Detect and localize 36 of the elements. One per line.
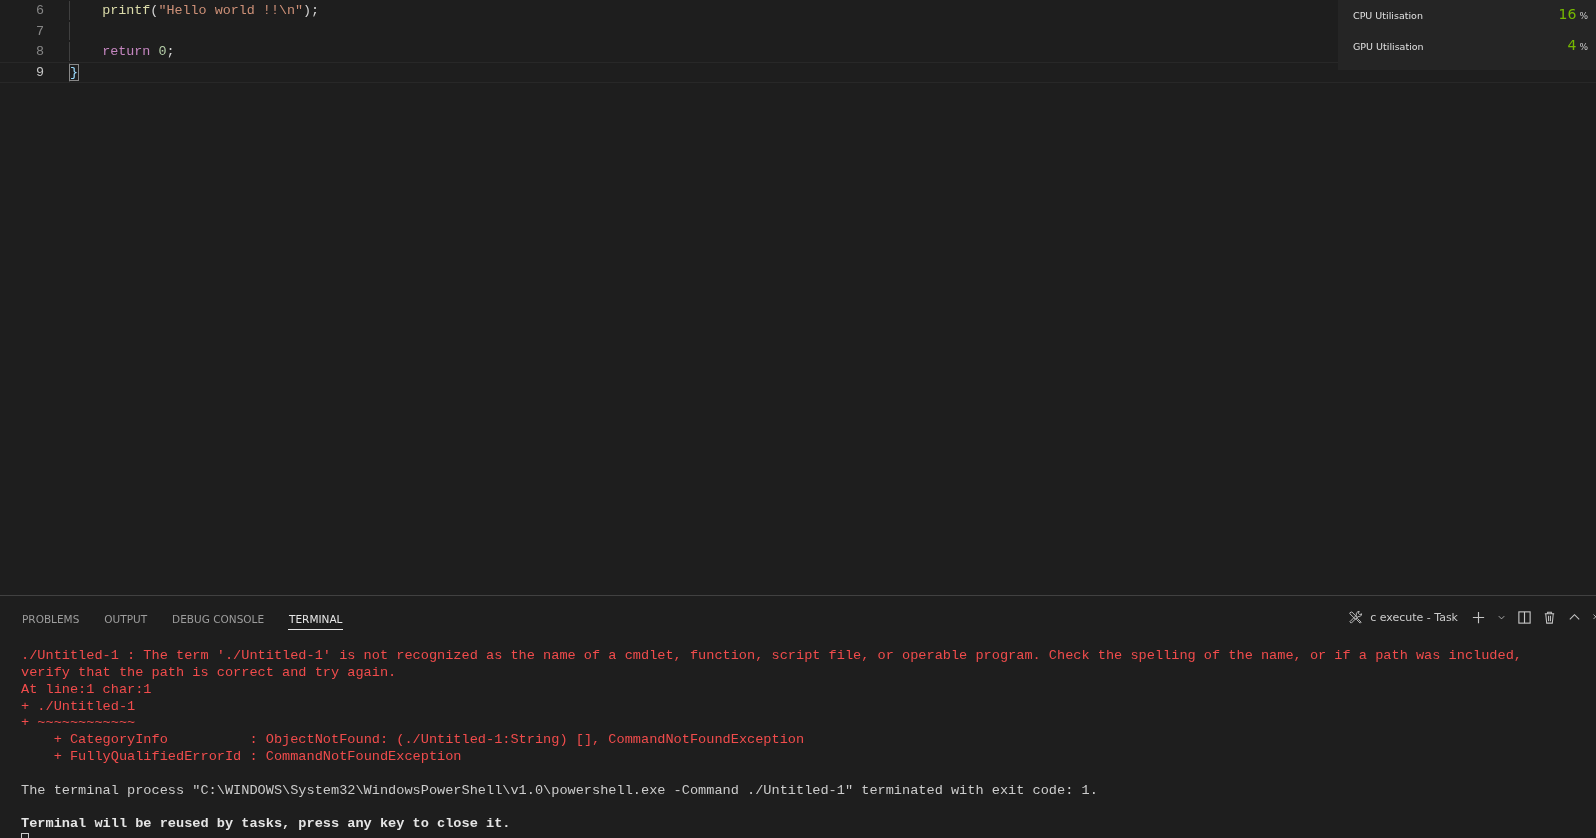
code-token: (: [150, 2, 159, 18]
code-token: }: [70, 64, 79, 80]
code-token: ;: [166, 44, 175, 60]
tools-icon: [1348, 609, 1364, 625]
terminal-line: + ~~~~~~~~~~~~: [21, 715, 137, 733]
code-token: "Hello world !!\n": [158, 2, 304, 18]
panel-tab[interactable]: OUTPUT: [103, 608, 149, 630]
terminal-line: At line:1 char:1: [21, 681, 153, 699]
add-icon[interactable]: [1471, 609, 1486, 625]
metric-value: 16: [1558, 6, 1577, 22]
terminal-line: The terminal process "C:\WINDOWS\System32\WindowsPowerShell\v1.0\powershell.exe -Command ./Untitled-1" terminated with exit code: 1.: [21, 782, 1099, 800]
terminal-line: ./Untitled-1 : The term './Untitled-1' is not recognized as the name of a cmdlet, function, script file, or operable program. Check the spelling of the name, or if a path was included, verify that the path is correct and try again.: [21, 648, 1523, 682]
metric-unit: %: [1579, 42, 1588, 52]
terminal-line: + FullyQualifiedErrorId : CommandNotFoundException: [52, 749, 463, 766]
code-token: 0: [158, 44, 167, 60]
metric-unit: %: [1579, 11, 1588, 21]
panel-tab[interactable]: DEBUG CONSOLE: [171, 608, 266, 630]
code-token: );: [303, 2, 320, 18]
trash-icon[interactable]: [1542, 609, 1557, 625]
split-icon[interactable]: [1517, 609, 1532, 625]
task-label[interactable]: c execute - Task: [1370, 610, 1458, 624]
metric-value: 4: [1567, 37, 1577, 53]
metric-label: GPU Utilisation: [1353, 41, 1425, 52]
code-token: return: [101, 44, 152, 60]
line-number: 9: [34, 64, 44, 80]
line-number: 6: [34, 2, 44, 18]
terminal-line: + CategoryInfo : ObjectNotFound: (./Untitled-1:String) [], CommandNotFoundException: [52, 732, 806, 749]
panel-tab[interactable]: TERMINAL: [288, 608, 344, 630]
line-number: 8: [34, 44, 44, 60]
terminal-line: Terminal will be reused by tasks, press any key to close it.: [21, 816, 512, 833]
line-number: 7: [34, 23, 44, 39]
terminal-cursor: [21, 833, 29, 838]
code-token: printf: [101, 2, 151, 18]
terminal-line: + ./Untitled-1: [21, 698, 137, 716]
metric-label: CPU Utilisation: [1353, 10, 1424, 21]
panel-tab[interactable]: PROBLEMS: [21, 608, 81, 630]
